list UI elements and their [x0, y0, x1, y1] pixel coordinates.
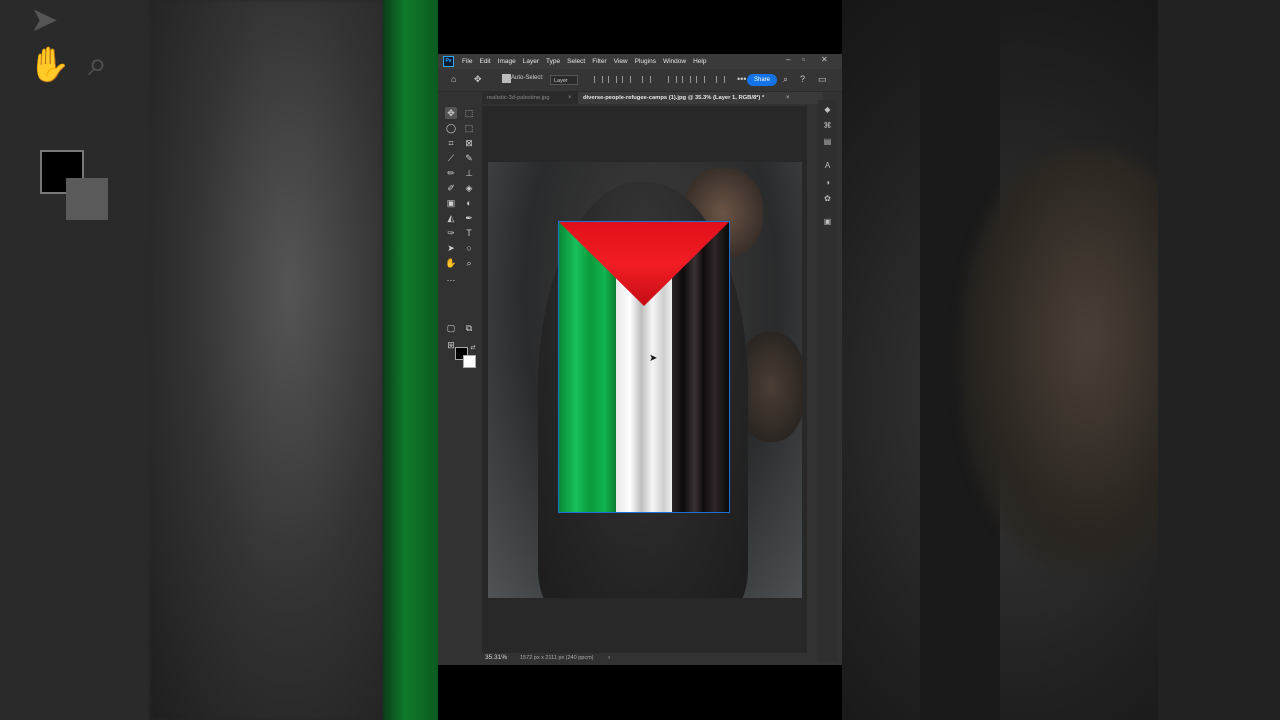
tab-label: realistic-3d-palestine.jpg	[487, 95, 550, 101]
stamp-tool-icon[interactable]: ⊥	[463, 167, 475, 179]
menu-filter[interactable]: Filter	[592, 58, 606, 65]
align-top-icon[interactable]	[642, 76, 651, 83]
ellipse-tool-icon[interactable]: ○	[463, 242, 475, 254]
menu-type[interactable]: Type	[546, 58, 560, 65]
ghost-hand-icon: ✋	[28, 46, 71, 84]
maximize-icon[interactable]: ▫	[802, 55, 805, 64]
libraries-panel-icon[interactable]: ▤	[822, 136, 833, 147]
pen-alt-icon[interactable]: ✑	[445, 227, 457, 239]
distribute-2-icon[interactable]	[682, 76, 691, 83]
align-center-icon[interactable]	[608, 76, 617, 83]
type-tool-icon[interactable]: T	[463, 227, 475, 239]
quick-mask-icon[interactable]: ▢	[445, 322, 457, 334]
healing-brush-icon[interactable]: ✎	[463, 152, 475, 164]
minimize-icon[interactable]: –	[786, 55, 790, 64]
search-icon[interactable]: ⌕	[783, 74, 788, 85]
background-color-swatch[interactable]	[463, 355, 476, 368]
properties-panel-icon[interactable]: ▣	[822, 216, 833, 227]
move-cursor-icon: ➤	[649, 353, 658, 364]
document-image[interactable]: ➤	[488, 162, 802, 598]
distribute-4-icon[interactable]	[716, 76, 725, 83]
menu-view[interactable]: View	[614, 58, 628, 65]
auto-select-dropdown[interactable]: Layer	[550, 75, 578, 85]
menu-plugins[interactable]: Plugins	[635, 58, 656, 65]
help-icon[interactable]: ?	[800, 74, 805, 84]
marquee-tool-icon[interactable]: ⬚	[463, 107, 475, 119]
brush-tool-icon[interactable]: ✏	[445, 167, 457, 179]
blurred-background-left: ➤ ✋ ⌕	[0, 0, 438, 720]
ghost-background-swatch	[66, 178, 108, 220]
menu-select[interactable]: Select	[567, 58, 585, 65]
ghost-move-icon: ➤	[30, 1, 59, 39]
ghost-zoom-icon: ⌕	[88, 45, 108, 83]
canvas-area[interactable]: ➤	[482, 106, 807, 653]
distribute-3-icon[interactable]	[696, 76, 705, 83]
blurred-toolbar	[0, 0, 150, 720]
palestine-flag-layer[interactable]	[558, 221, 730, 513]
blur-tool-icon[interactable]: ◐	[463, 197, 475, 209]
menu-image[interactable]: Image	[498, 58, 516, 65]
photoshop-logo-icon: Ps	[443, 56, 454, 67]
blurred-photo-left	[150, 0, 383, 720]
lasso-tool-icon[interactable]: ◯	[445, 122, 457, 134]
home-icon[interactable]: ⌂	[451, 74, 456, 84]
tab-label: diverse-people-refugee-camps (1).jpg @ 3…	[583, 95, 765, 101]
more-options-icon[interactable]: •••	[737, 74, 746, 84]
menu-window[interactable]: Window	[663, 58, 686, 65]
menu-layer[interactable]: Layer	[523, 58, 539, 65]
status-bar: 35.31% 1572 px x 2111 px (240 ppcm) ›	[482, 653, 807, 665]
blurred-flag-green	[383, 0, 438, 720]
object-select-icon[interactable]: ⬚	[463, 122, 475, 134]
tab-close-icon[interactable]: ×	[786, 92, 790, 104]
dodge-tool-icon[interactable]: ◭	[445, 212, 457, 224]
color-panel-icon[interactable]: ✿	[822, 193, 833, 204]
adjustments-panel-icon[interactable]: ◑	[822, 177, 833, 188]
tab-close-icon[interactable]: ×	[568, 92, 572, 104]
align-right-icon[interactable]	[622, 76, 631, 83]
menu-file[interactable]: File	[462, 58, 472, 65]
gradient-tool-icon[interactable]: ▣	[445, 197, 457, 209]
eyedropper-tool-icon[interactable]: ⟋	[445, 152, 457, 164]
photoshop-window: Ps File Edit Image Layer Type Select Fil…	[438, 54, 842, 665]
close-icon[interactable]: ✕	[821, 55, 828, 64]
workspace-icon[interactable]: ▭	[818, 74, 827, 85]
character-panel-icon[interactable]: A	[822, 160, 833, 171]
menu-bar: Ps File Edit Image Layer Type Select Fil…	[438, 54, 842, 69]
document-tabs: realistic-3d-palestine.jpg × diverse-peo…	[482, 92, 823, 104]
edit-toolbar-icon[interactable]: ⊞	[445, 339, 457, 351]
more-tools-icon[interactable]: ⋯	[445, 274, 457, 286]
path-select-icon[interactable]: ➤	[445, 242, 457, 254]
blurred-panel-right	[1158, 0, 1280, 720]
zoom-level[interactable]: 35.31%	[485, 654, 507, 661]
hand-tool-icon[interactable]: ✋	[445, 257, 457, 269]
tab-realistic-palestine[interactable]: realistic-3d-palestine.jpg	[482, 92, 572, 104]
blurred-background-right	[842, 0, 1280, 720]
crop-tool-icon[interactable]: ⌗	[445, 137, 457, 149]
document-info: 1572 px x 2111 px (240 ppcm)	[520, 655, 594, 661]
panel-dock: ◆ ⌘ ▤ A ◑ ✿ ▣	[818, 100, 837, 662]
align-left-icon[interactable]	[594, 76, 603, 83]
options-bar: ⌂ ✥ Auto-Select: Layer ••• Share ⌕ ? ▭	[438, 69, 842, 92]
eraser-tool-icon[interactable]: ◈	[463, 182, 475, 194]
move-tool-icon[interactable]: ✥	[445, 107, 457, 119]
auto-select-label: Auto-Select:	[511, 75, 544, 81]
auto-select-checkbox[interactable]	[502, 74, 511, 83]
share-button[interactable]: Share	[747, 74, 777, 86]
pen-tool-icon[interactable]: ✒	[463, 212, 475, 224]
zoom-tool-icon[interactable]: ⌕	[463, 257, 475, 269]
distribute-icon[interactable]	[668, 76, 677, 83]
menu-edit[interactable]: Edit	[479, 58, 490, 65]
frame-tool-icon[interactable]: ⊠	[463, 137, 475, 149]
history-brush-icon[interactable]: ✐	[445, 182, 457, 194]
menu-help[interactable]: Help	[693, 58, 706, 65]
status-menu-arrow-icon[interactable]: ›	[608, 654, 610, 661]
swap-colors-icon[interactable]: ⇄	[467, 342, 479, 354]
tools-panel: ✥ ⬚ ◯ ⬚ ⌗ ⊠ ⟋ ✎ ✏ ⊥ ✐ ◈ ▣ ◐ ◭ ✒ ✑ T ➤ ○ …	[443, 107, 480, 368]
layers-panel-icon[interactable]: ◆	[822, 104, 833, 115]
move-tool-icon[interactable]: ✥	[474, 74, 482, 85]
paths-panel-icon[interactable]: ⌘	[822, 120, 833, 131]
screen-mode-icon[interactable]: ⧉	[463, 322, 475, 334]
